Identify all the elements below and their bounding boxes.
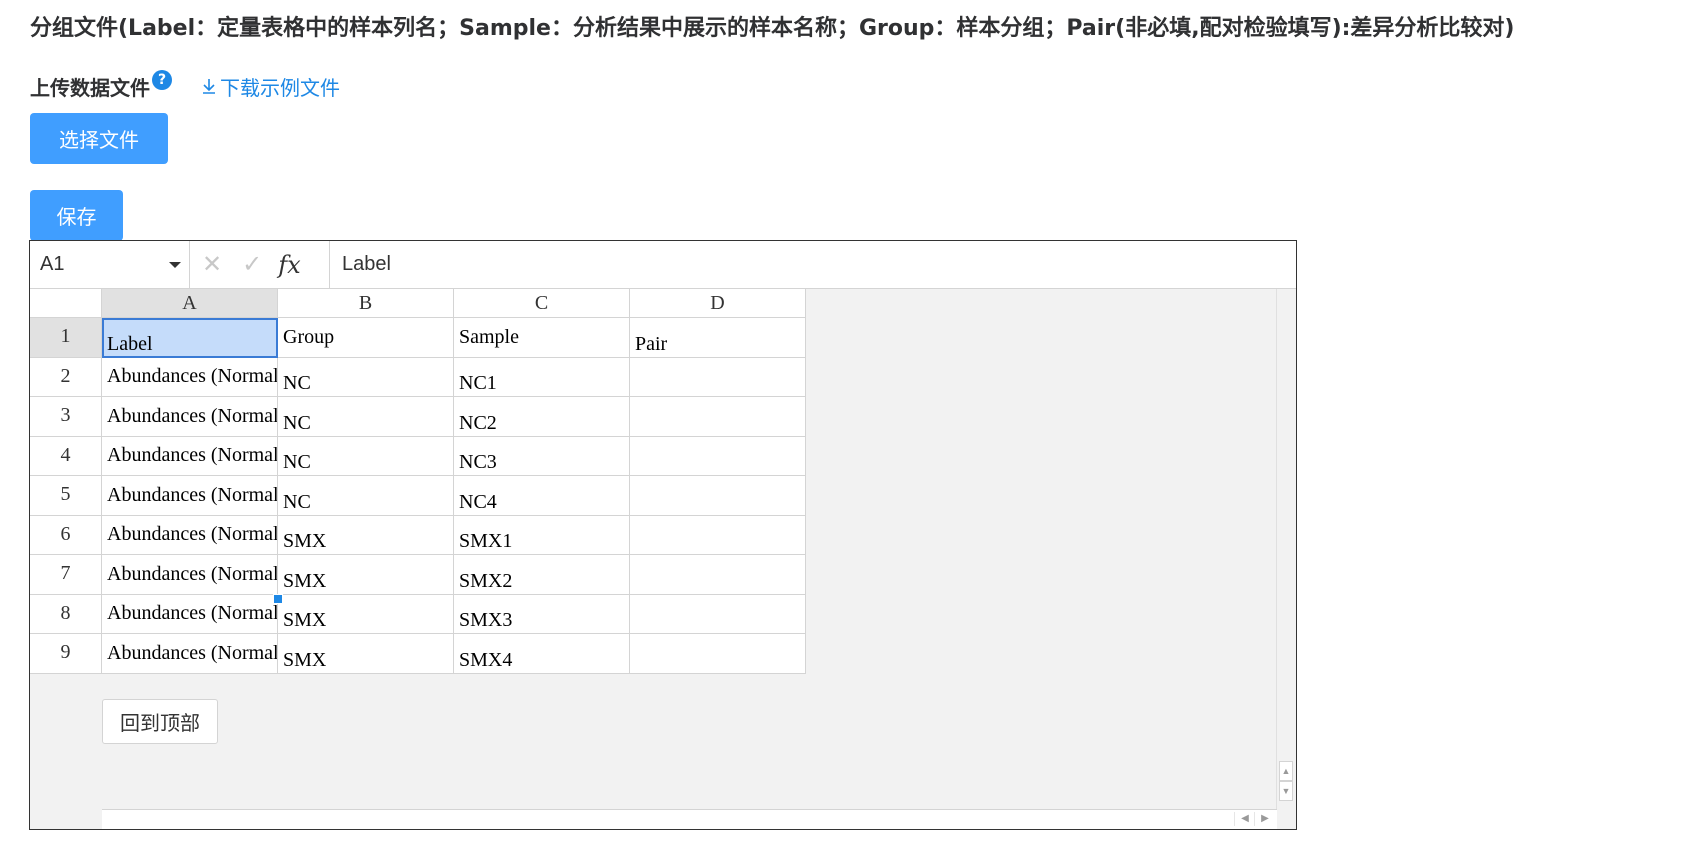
table-row: 3 Abundances (Normalized) NC NC2 [30,397,806,437]
download-sample-link[interactable]: 下载示例文件 [200,72,340,101]
horizontal-scrollbar[interactable]: ◀ ▶ [102,809,1277,829]
spreadsheet: A1 ✕ ✓ fx Label A B C D 1 Label Group Sa… [29,240,1297,830]
cell[interactable] [630,555,806,595]
cell[interactable]: Abundances (Normalized) [102,397,278,437]
row-header[interactable]: 7 [30,555,102,595]
scroll-left-icon[interactable]: ◀ [1234,812,1255,826]
cell[interactable]: Abundances (Normalized) [102,634,278,674]
name-box-value: A1 [40,253,65,275]
cell-b1[interactable]: Group [278,318,454,358]
cell[interactable] [630,594,806,634]
column-headers: A B C D [102,289,806,318]
cell[interactable] [630,357,806,397]
formula-value: Label [342,253,391,275]
fill-handle[interactable] [273,594,283,604]
cell[interactable]: SMX2 [454,555,630,595]
cell[interactable]: Abundances (Normalized) [102,515,278,555]
row-header[interactable]: 4 [30,436,102,476]
row-header[interactable]: 9 [30,634,102,674]
column-header-c[interactable]: C [454,289,630,318]
scroll-down-icon[interactable]: ▼ [1279,781,1293,801]
cell[interactable]: Abundances (Normalized) [102,436,278,476]
cell[interactable]: SMX [278,515,454,555]
row-header[interactable]: 1 [30,318,102,358]
table-row: 5 Abundances (Normalized) NC NC4 [30,476,806,516]
cell[interactable]: SMX4 [454,634,630,674]
cell-a1[interactable]: Label [102,318,278,358]
chevron-down-icon[interactable] [169,262,181,268]
cell[interactable]: NC [278,476,454,516]
download-link-label: 下载示例文件 [220,75,340,100]
cell[interactable] [630,476,806,516]
save-button[interactable]: 保存 [30,190,123,241]
cell[interactable] [630,436,806,476]
vertical-scrollbar[interactable]: ▲ ▼ [1276,289,1296,809]
cell[interactable]: Abundances (Normalized) [102,555,278,595]
row-header[interactable]: 2 [30,357,102,397]
cell[interactable]: NC3 [454,436,630,476]
table-row: 4 Abundances (Normalized) NC NC3 [30,436,806,476]
column-header-d[interactable]: D [630,289,806,318]
column-header-a[interactable]: A [102,289,278,318]
upload-row: 上传数据文件 ? 下载示例文件 [30,70,340,102]
table-row: 9 Abundances (Normalized) SMX SMX4 [30,634,806,674]
row-header[interactable]: 3 [30,397,102,437]
choose-file-button[interactable]: 选择文件 [30,113,168,164]
name-box[interactable]: A1 [30,241,190,288]
cell[interactable] [630,397,806,437]
cell[interactable] [630,515,806,555]
table-row: 8 Abundances (Normalized) SMX SMX3 [30,594,806,634]
page-title: 分组文件(Label：定量表格中的样本列名；Sample：分析结果中展示的样本名… [30,16,1515,41]
cell[interactable] [630,634,806,674]
table-row: 6 Abundances (Normalized) SMX SMX1 [30,515,806,555]
confirm-icon[interactable]: ✓ [242,252,262,277]
cell[interactable]: NC4 [454,476,630,516]
table-row: 1 Label Group Sample Pair [30,318,806,358]
formula-bar: A1 ✕ ✓ fx Label [30,241,1296,289]
download-icon [203,79,215,94]
cell[interactable]: NC [278,357,454,397]
upload-label: 上传数据文件 [30,75,150,100]
select-all-corner[interactable] [30,289,102,318]
cell[interactable]: NC1 [454,357,630,397]
cell[interactable]: SMX [278,594,454,634]
cell[interactable]: SMX [278,555,454,595]
formula-input[interactable]: Label [330,241,391,288]
cell[interactable]: SMX3 [454,594,630,634]
function-icon[interactable]: fx [278,251,300,279]
cell[interactable]: Abundances (Normalized) [102,357,278,397]
rows: 1 Label Group Sample Pair 2 Abundances (… [30,318,806,674]
cell-c1[interactable]: Sample [454,318,630,358]
cell[interactable]: NC2 [454,397,630,437]
formula-actions: ✕ ✓ fx [190,241,330,288]
row-header[interactable]: 6 [30,515,102,555]
help-icon[interactable]: ? [152,70,172,90]
cell[interactable]: Abundances (Normalized) [102,476,278,516]
column-header-b[interactable]: B [278,289,454,318]
cell-d1[interactable]: Pair [630,318,806,358]
cell[interactable]: SMX1 [454,515,630,555]
page: 分组文件(Label：定量表格中的样本列名；Sample：分析结果中展示的样本名… [0,0,1694,852]
scroll-right-icon[interactable]: ▶ [1254,812,1275,826]
cell[interactable]: SMX [278,634,454,674]
row-header[interactable]: 8 [30,594,102,634]
table-row: 7 Abundances (Normalized) SMX SMX2 [30,555,806,595]
cancel-icon[interactable]: ✕ [202,252,222,277]
row-header[interactable]: 5 [30,476,102,516]
table-row: 2 Abundances (Normalized) NC NC1 [30,357,806,397]
cell[interactable]: NC [278,397,454,437]
cell[interactable]: Abundances (Normalized) [102,594,278,634]
back-to-top-button[interactable]: 回到顶部 [102,699,218,744]
cell[interactable]: NC [278,436,454,476]
scroll-up-icon[interactable]: ▲ [1279,761,1293,781]
